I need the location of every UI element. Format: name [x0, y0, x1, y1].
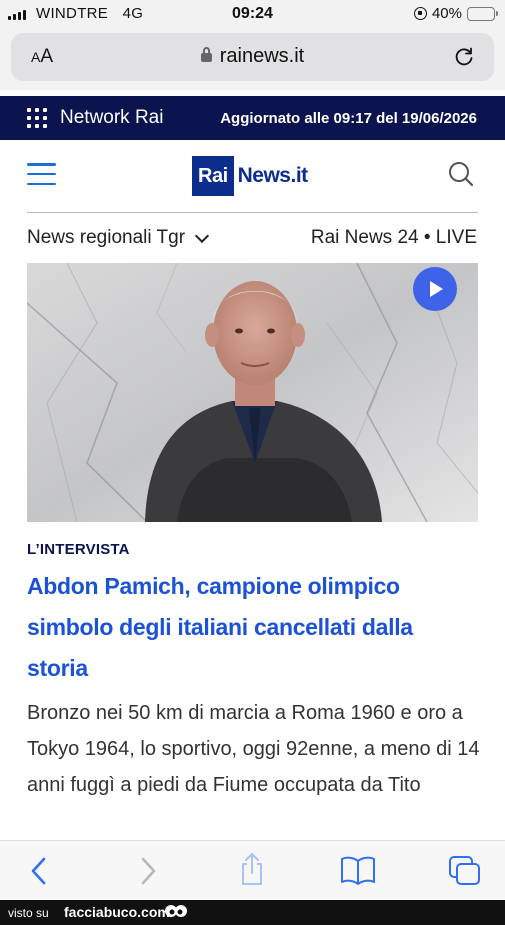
padlock-icon — [200, 47, 212, 62]
watermark-prefix: visto su — [8, 906, 49, 920]
reload-icon[interactable] — [452, 44, 476, 73]
regional-news-dropdown[interactable]: News regionali Tgr — [27, 227, 210, 249]
url-display[interactable]: rainews.it — [11, 45, 494, 68]
grid-menu-icon[interactable] — [27, 108, 47, 128]
regional-news-label: News regionali Tgr — [27, 227, 186, 248]
share-icon[interactable] — [238, 851, 266, 892]
rai-news-24-live-link[interactable]: Rai News 24 • LIVE — [311, 227, 477, 249]
chevron-right-icon[interactable] — [137, 855, 159, 892]
chevron-down-icon — [194, 228, 210, 243]
network-rai-link[interactable]: Network Rai — [60, 107, 163, 129]
tabs-icon[interactable] — [448, 855, 482, 892]
watermark-eyes-icon — [164, 903, 188, 924]
url-text: rainews.it — [219, 45, 305, 67]
status-bar: WINDTRE 4G 09:24 40% — [0, 0, 505, 30]
rainews-logo[interactable]: Rai News.it — [192, 156, 308, 196]
logo-rai: Rai — [192, 156, 234, 196]
status-right: 40% — [413, 5, 498, 22]
battery-icon — [467, 6, 498, 21]
article-headline[interactable]: Abdon Pamich, campione olimpico simbolo … — [27, 566, 467, 689]
sub-navigation: News regionali Tgr Rai News 24 • LIVE — [0, 213, 505, 263]
hamburger-menu-icon[interactable] — [27, 163, 56, 185]
battery-percent: 40% — [431, 5, 462, 22]
chevron-left-icon[interactable] — [28, 855, 50, 892]
watermark-brand: facciabuco.com — [64, 904, 170, 920]
site-header: Rai News.it — [0, 140, 505, 213]
article-image[interactable] — [27, 263, 478, 522]
article-kicker: L’INTERVISTA — [27, 541, 130, 558]
network-rai-bar: Network Rai Aggiornato alle 09:17 del 19… — [0, 96, 505, 140]
search-icon[interactable] — [447, 160, 475, 193]
browser-toolbar — [0, 840, 505, 900]
address-bar[interactable]: AA rainews.it — [11, 33, 494, 81]
watermark-bar: visto su facciabuco.com — [0, 900, 505, 925]
orientation-lock-icon — [413, 7, 427, 20]
browser-address-area: AA rainews.it — [0, 30, 505, 90]
last-updated: Aggiornato alle 09:17 del 19/06/2026 — [220, 110, 477, 127]
book-icon[interactable] — [340, 855, 376, 890]
logo-news: News.it — [237, 164, 309, 187]
play-icon[interactable] — [413, 267, 457, 311]
article-summary: Bronzo nei 50 km di marcia a Roma 1960 e… — [27, 702, 480, 796]
